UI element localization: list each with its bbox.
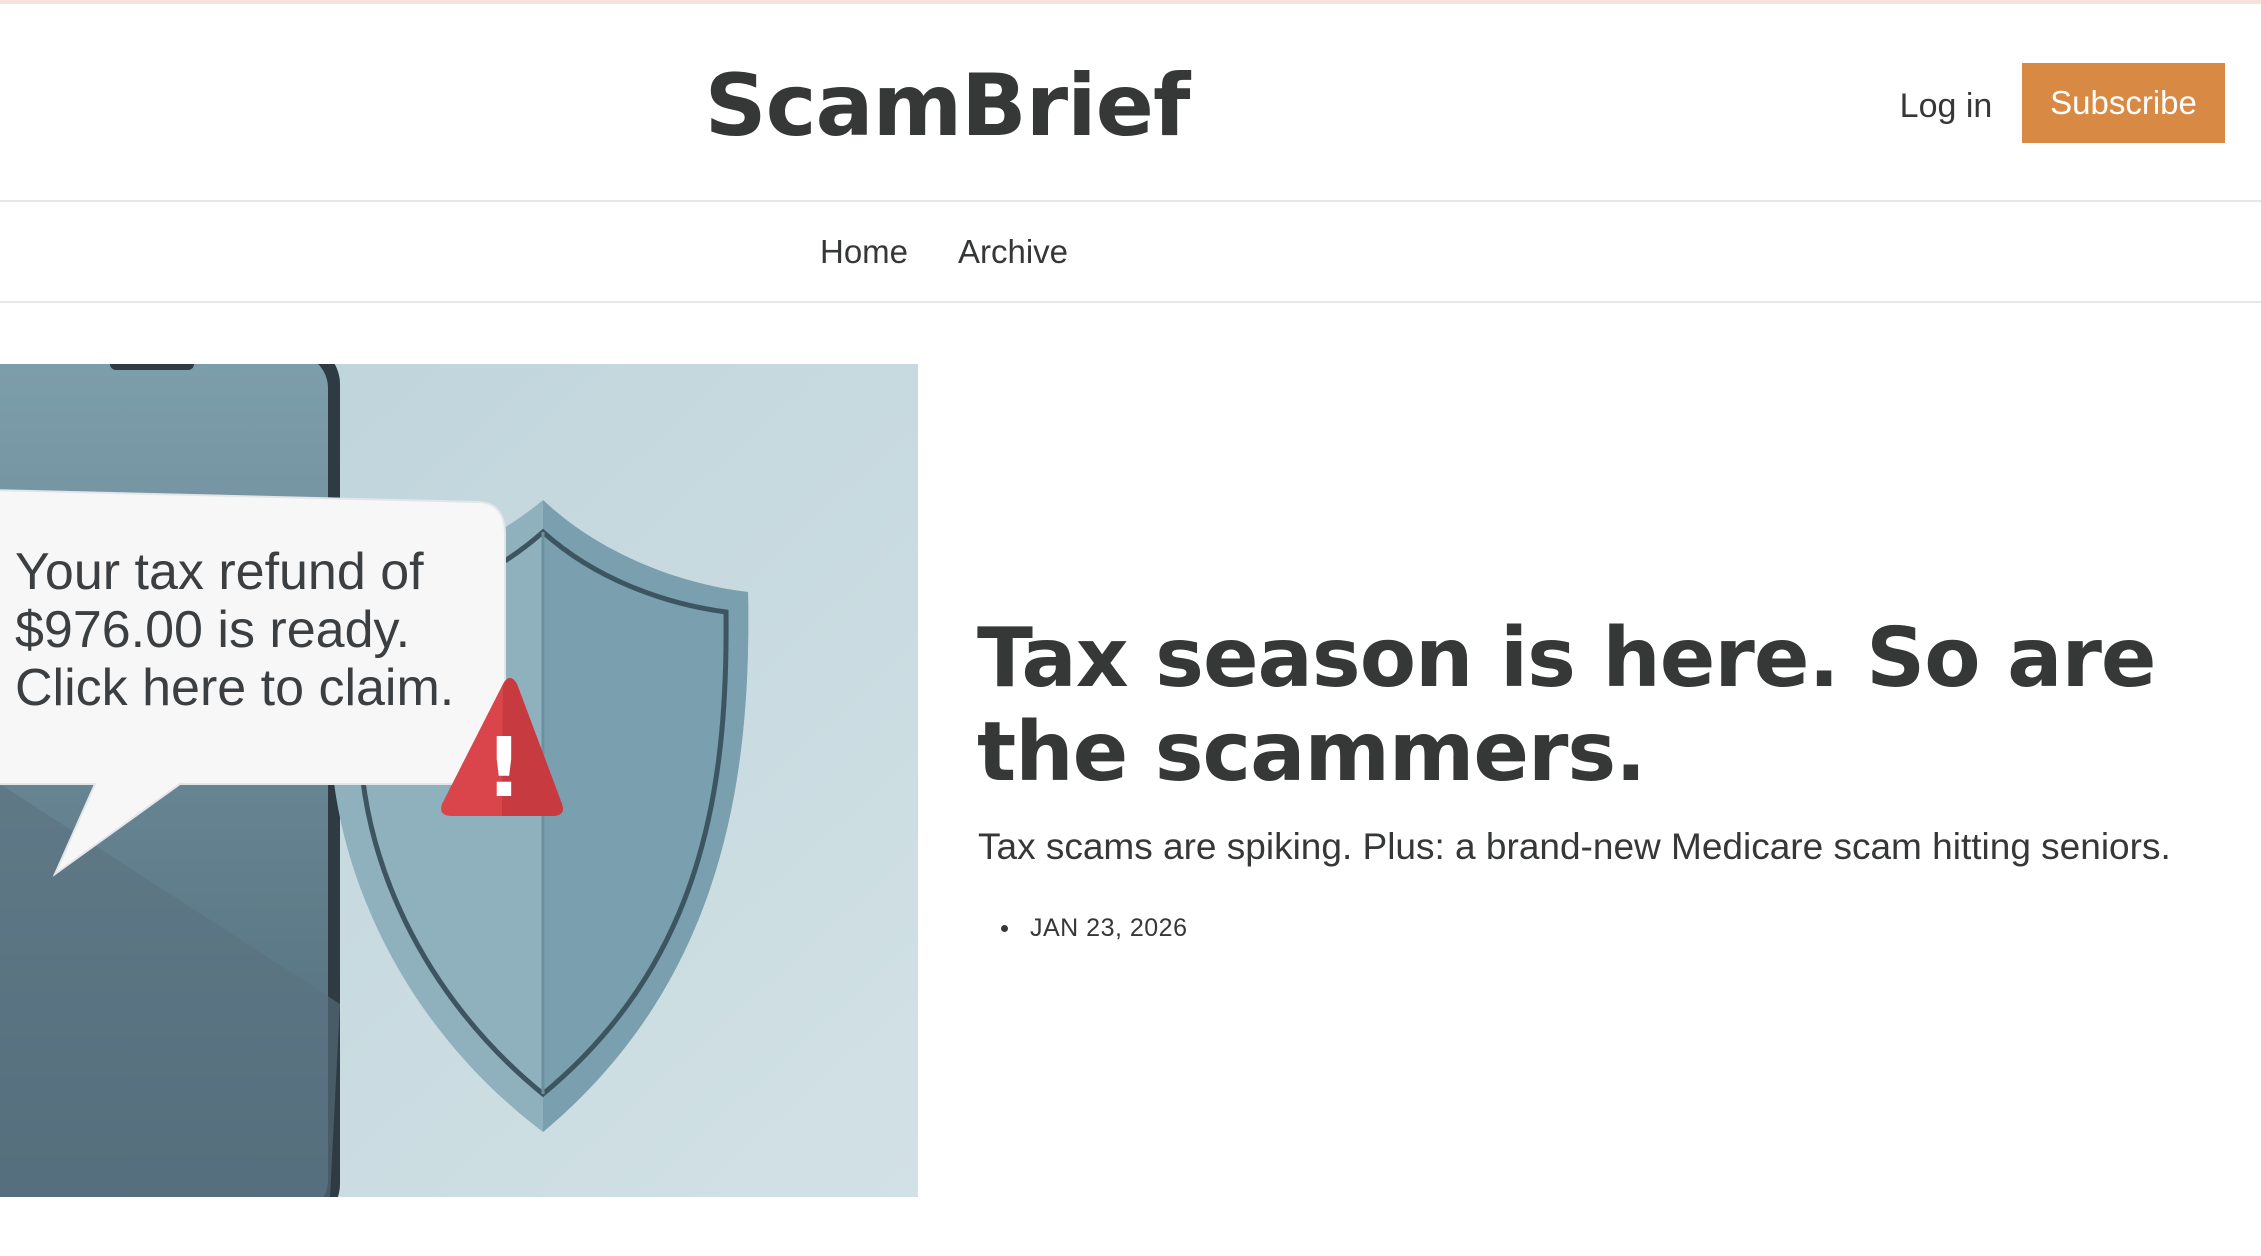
bullet-icon [1001,924,1008,932]
message-line-3: Click here to claim. [15,659,454,717]
main-nav: Home Archive [0,202,2261,303]
post-date-item: JAN 23, 2026 [978,908,1188,948]
site-header: ScamBrief Log in Subscribe [0,4,2261,202]
nav-item-archive[interactable]: Archive [958,230,1068,274]
nav-item-home[interactable]: Home [820,230,908,274]
site-title[interactable]: ScamBrief [600,51,1294,161]
featured-headline[interactable]: Tax season is here. So are the scammers. [977,612,2237,800]
message-line-2: $976.00 is ready. [15,601,410,659]
svg-text:!: ! [485,721,522,816]
post-date: JAN 23, 2026 [1030,913,1188,942]
featured-subtitle: Tax scams are spiking. Plus: a brand-new… [978,826,2171,867]
login-link[interactable]: Log in [1880,78,2012,134]
message-line-1: Your tax refund of [15,543,424,601]
featured-image[interactable]: Your tax refund of $976.00 is ready. Cli… [0,364,918,1197]
post-meta: JAN 23, 2026 [978,908,1188,948]
subscribe-button[interactable]: Subscribe [2022,63,2225,143]
